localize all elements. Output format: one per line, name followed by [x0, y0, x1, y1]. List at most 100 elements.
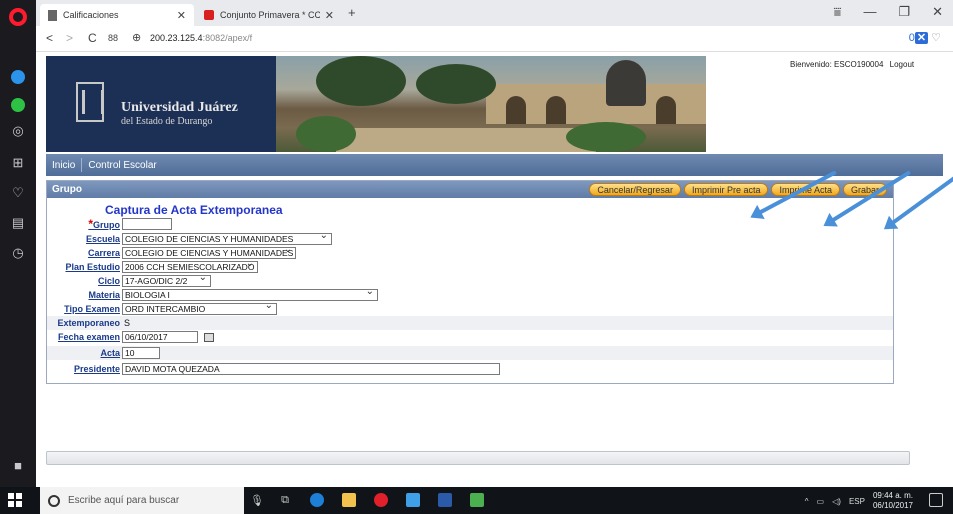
close-window-icon[interactable]: ✕: [932, 4, 943, 20]
news-icon[interactable]: ▤: [7, 212, 29, 234]
tray-chevron-icon[interactable]: ^: [805, 497, 809, 506]
row-extemporaneo: Extemporaneo S: [47, 316, 893, 330]
fecha-examen-input[interactable]: 06/10/2017: [122, 331, 198, 343]
cancel-button[interactable]: Cancelar/Regresar: [589, 183, 681, 196]
opera-logo-icon[interactable]: [7, 6, 29, 28]
word-icon[interactable]: [436, 492, 454, 508]
taskbar-search[interactable]: Escribe aquí para buscar: [40, 487, 244, 514]
tab-calificaciones[interactable]: Calificaciones ✕: [40, 4, 194, 26]
forward-icon[interactable]: >: [66, 31, 73, 45]
acta-input[interactable]: 10: [122, 347, 160, 359]
tab-menu-icon[interactable]: ⩸: [834, 4, 842, 20]
edge-icon[interactable]: [308, 492, 326, 508]
game-icon[interactable]: [468, 492, 486, 508]
url-path: :8082/apex/f: [202, 33, 253, 43]
university-name: Universidad Juárez: [121, 100, 238, 115]
acta-label: Acta: [100, 348, 120, 358]
url-host: 200.23.125.4: [150, 33, 203, 43]
paint-icon[interactable]: [404, 492, 422, 508]
site-favicon-icon: [204, 10, 214, 20]
opera-taskbar-icon[interactable]: [372, 492, 390, 508]
taskbar: Escribe aquí para buscar 🎙 ⧉ ^ ▭ ◁) ESP …: [0, 487, 953, 514]
statue: [606, 60, 646, 106]
clock-time: 09:44 a. m.: [872, 491, 913, 500]
escuela-select[interactable]: COLEGIO DE CIENCIAS Y HUMANIDADES: [122, 230, 332, 245]
carrera-label: Carrera: [87, 248, 120, 258]
materia-select[interactable]: BIOLOGIA I: [122, 286, 378, 301]
nav-control-escolar[interactable]: Control Escolar: [82, 160, 162, 171]
row-acta: Acta 10: [47, 346, 893, 360]
calendar-icon[interactable]: [204, 332, 214, 342]
whatsapp-icon[interactable]: [7, 94, 29, 116]
network-icon[interactable]: ▭: [817, 497, 825, 506]
url-field[interactable]: 200.23.125.4:8082/apex/f: [150, 33, 252, 43]
presidente-label: Presidente: [73, 364, 120, 374]
maximize-icon[interactable]: ❐: [898, 4, 910, 20]
materia-label: Materia: [88, 290, 120, 300]
reload-icon[interactable]: C: [88, 31, 97, 45]
task-view-icon[interactable]: ⧉: [276, 492, 294, 508]
grupo-input[interactable]: [122, 218, 172, 230]
arch: [506, 96, 526, 124]
volume-icon[interactable]: ◁): [832, 497, 841, 506]
speed-dial-button-icon[interactable]: 88: [108, 33, 118, 43]
heart-icon[interactable]: ♡: [7, 182, 29, 204]
print-pre-acta-button[interactable]: Imprimir Pre acta: [683, 183, 769, 196]
ciclo-label: Ciclo: [97, 276, 120, 286]
presidente-input[interactable]: DAVID MOTA QUEZADA: [122, 363, 500, 375]
welcome-user: Bienvenido: ESCO190004: [790, 60, 884, 69]
messenger-icon[interactable]: [7, 66, 29, 88]
grupo-label: *Grupo: [47, 217, 122, 231]
web-page: Universidad Juárez del Estado de Durango…: [36, 52, 953, 487]
tab-label: Conjunto Primavera * CCH: [220, 10, 320, 20]
window-controls: ⩸ — ❐ ✕: [834, 4, 943, 20]
close-tab-icon[interactable]: ✕: [325, 9, 334, 22]
globe-icon: ⊕: [132, 32, 142, 44]
speed-dial-icon[interactable]: ⊞: [7, 152, 29, 174]
arch: [656, 96, 676, 124]
search-placeholder: Escribe aquí para buscar: [68, 495, 180, 506]
language-indicator[interactable]: ESP: [849, 497, 865, 506]
welcome-text: Bienvenido: ESCO190004 Logout: [790, 60, 914, 69]
row-materia: Materia BIOLOGIA I: [47, 286, 893, 302]
vpn-badge-icon[interactable]: 0 ✕ ♡: [909, 31, 941, 44]
campus-photo: [276, 56, 706, 152]
minimize-icon[interactable]: —: [863, 4, 876, 20]
history-icon[interactable]: ◷: [7, 242, 29, 264]
screen: ◎ ⊞ ♡ ▤ ◷ ■ Calificaciones ✕ Conjunto Pr…: [0, 0, 953, 514]
clock[interactable]: 09:44 a. m. 06/10/2017: [873, 491, 913, 511]
windows-start-icon[interactable]: [8, 493, 22, 507]
back-icon[interactable]: <: [46, 31, 53, 45]
camera-icon[interactable]: ◎: [7, 120, 29, 142]
row-fecha-examen: Fecha examen 06/10/2017: [47, 330, 893, 344]
row-presidente: Presidente DAVID MOTA QUEZADA: [47, 362, 893, 376]
arch: [546, 96, 566, 124]
close-tab-icon[interactable]: ✕: [177, 9, 186, 22]
university-subtitle: del Estado de Durango: [121, 116, 213, 127]
fecha-examen-label: Fecha examen: [57, 332, 120, 342]
file-explorer-icon[interactable]: [340, 492, 358, 508]
university-logo-icon: [76, 82, 104, 122]
action-buttons: Cancelar/Regresar Imprimir Pre acta Impr…: [589, 183, 887, 196]
microphone-icon[interactable]: 🎙: [248, 492, 266, 508]
document-icon: [48, 9, 57, 21]
address-bar: < > C 88 ⊕ 200.23.125.4:8082/apex/f 0 ✕ ♡: [36, 26, 953, 52]
tab-label: Calificaciones: [63, 10, 119, 20]
ciclo-select[interactable]: 17-AGO/DIC 2/2: [122, 272, 211, 287]
row-tipo-examen: Tipo Examen ORD INTERCAMBIO: [47, 300, 893, 316]
header-banner: Universidad Juárez del Estado de Durango: [46, 56, 706, 152]
sidebar-toggle-icon[interactable]: ■: [7, 454, 29, 476]
plan-estudio-select[interactable]: 2006 CCH SEMIESCOLARIZADO: [122, 258, 258, 273]
main-nav: Inicio Control Escolar: [46, 154, 943, 176]
nav-inicio[interactable]: Inicio: [46, 160, 81, 171]
tab-conjunto[interactable]: Conjunto Primavera * CCH ✕: [196, 4, 342, 26]
new-tab-button[interactable]: +: [348, 5, 356, 20]
system-tray: ^ ▭ ◁) ESP 09:44 a. m. 06/10/2017: [805, 491, 913, 511]
shrub: [296, 116, 356, 152]
carrera-select[interactable]: COLEGIO DE CIENCIAS Y HUMANIDADES: [122, 244, 296, 259]
plan-estudio-label: Plan Estudio: [65, 262, 120, 272]
cortana-icon: [48, 494, 60, 507]
action-center-icon[interactable]: [929, 493, 943, 507]
tipo-examen-select[interactable]: ORD INTERCAMBIO: [122, 300, 277, 315]
logout-link[interactable]: Logout: [890, 60, 914, 69]
